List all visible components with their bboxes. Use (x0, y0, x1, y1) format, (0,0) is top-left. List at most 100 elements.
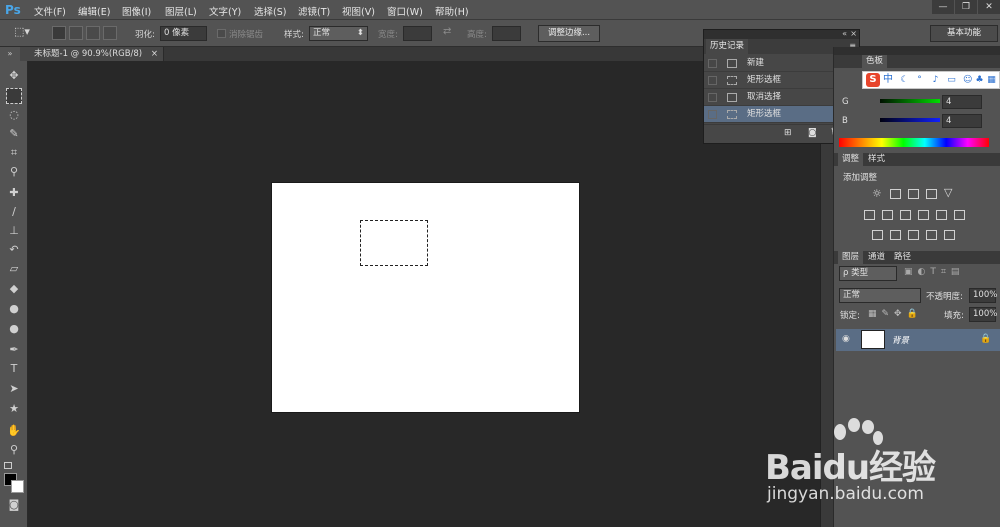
history-item[interactable]: 新建 (704, 55, 850, 72)
refine-edge-button[interactable]: 调整边缘... (538, 25, 600, 42)
invert-icon[interactable] (872, 230, 883, 240)
eyedropper-tool-icon[interactable]: ⚲ (6, 164, 22, 180)
height-input[interactable] (492, 26, 521, 41)
menu-type[interactable]: 文字(Y) (209, 4, 241, 18)
swap-icon[interactable]: ⇄ (443, 26, 451, 37)
quick-mask-icon[interactable]: ◙ (6, 497, 22, 513)
style-select[interactable]: 正常 ⬍ (309, 26, 368, 41)
feather-input[interactable]: 0 像素 (160, 26, 207, 41)
move-tool-icon[interactable]: ✥ (6, 68, 22, 84)
minimize-button[interactable]: — (932, 0, 954, 14)
shape-tool-icon[interactable]: ★ (6, 401, 22, 417)
menu-window[interactable]: 窗口(W) (387, 4, 423, 18)
threshold-icon[interactable] (908, 230, 919, 240)
collapse-icon[interactable]: « (842, 29, 847, 38)
pen-tool-icon[interactable]: ✒ (6, 342, 22, 358)
history-checkbox[interactable] (708, 110, 717, 119)
camera-icon[interactable]: ◙ (808, 128, 817, 138)
marquee-selection[interactable] (360, 220, 428, 266)
selective-color-icon[interactable] (926, 230, 937, 240)
tab-layers[interactable]: 图层 (838, 251, 864, 264)
microphone-icon[interactable]: ♪ (931, 75, 940, 85)
history-checkbox[interactable] (708, 93, 717, 102)
rect-marquee-tool-icon[interactable] (6, 88, 22, 104)
ime-mode[interactable]: 中 (883, 74, 893, 86)
b-value-input[interactable]: 4 (942, 114, 982, 128)
menu-view[interactable]: 视图(V) (342, 4, 375, 18)
workspace-select[interactable]: 基本功能 (930, 25, 998, 42)
g-track[interactable] (880, 99, 940, 103)
channel-g-slider[interactable]: G 4 (834, 95, 1000, 113)
zoom-tool-icon[interactable]: ⚲ (6, 442, 22, 458)
vibrance-icon[interactable]: ▽ (944, 186, 952, 199)
width-input[interactable] (403, 26, 432, 41)
menu-help[interactable]: 帮助(H) (435, 4, 469, 18)
color-lookup-icon[interactable] (954, 210, 965, 220)
subtract-selection-icon[interactable] (86, 26, 100, 40)
punctuation-icon[interactable]: ° (915, 75, 924, 85)
intersect-selection-icon[interactable] (103, 26, 117, 40)
menu-layer[interactable]: 图层(L) (165, 4, 197, 18)
channel-mixer-icon[interactable] (936, 210, 947, 220)
clone-stamp-icon[interactable]: ⊥ (6, 223, 22, 239)
type-tool-icon[interactable]: T (6, 361, 22, 377)
layer-filter-select[interactable]: ρ 类型 (839, 266, 897, 281)
document-canvas[interactable] (272, 183, 579, 412)
document-tab[interactable]: 未标题-1 @ 90.9%(RGB/8) × (20, 47, 164, 61)
collapse-icon[interactable]: » (0, 47, 20, 61)
paint-bucket-icon[interactable]: ◆ (6, 281, 22, 297)
hand-tool-icon[interactable]: ✋ (6, 423, 22, 439)
black-white-icon[interactable] (900, 210, 911, 220)
skin-icon[interactable]: ♣ (975, 75, 984, 85)
curves-icon[interactable] (908, 189, 919, 199)
channel-b-slider[interactable]: B 4 (834, 114, 1000, 132)
history-checkbox[interactable] (708, 76, 717, 85)
layer-filter-icons[interactable]: ▣◐T⌗▤ (904, 267, 964, 277)
posterize-icon[interactable] (890, 230, 901, 240)
new-document-from-state-icon[interactable]: ⊞ (784, 128, 792, 138)
gradient-map-icon[interactable] (944, 230, 955, 240)
photo-filter-icon[interactable] (918, 210, 929, 220)
brightness-icon[interactable]: ☼ (872, 187, 882, 200)
tab-close-icon[interactable]: × (151, 47, 158, 61)
history-checkbox[interactable] (708, 59, 717, 68)
lasso-tool-icon[interactable]: ◌ (6, 107, 22, 123)
tab-channels[interactable]: 通道 (864, 251, 889, 264)
close-icon[interactable]: × (850, 29, 857, 38)
menu-select[interactable]: 选择(S) (254, 4, 286, 18)
add-selection-icon[interactable] (69, 26, 83, 40)
hue-saturation-icon[interactable] (864, 210, 875, 220)
color-spectrum[interactable] (839, 138, 989, 147)
antialias-checkbox[interactable] (217, 29, 226, 38)
opacity-input[interactable]: 100% (969, 288, 997, 303)
blur-tool-icon[interactable]: ● (6, 301, 22, 317)
eye-icon[interactable]: ◉ (842, 334, 850, 344)
path-select-icon[interactable]: ➤ (6, 381, 22, 397)
g-value-input[interactable]: 4 (942, 95, 982, 109)
history-item[interactable]: 取消选择 (704, 89, 850, 106)
healing-brush-icon[interactable]: ✚ (6, 185, 22, 201)
new-selection-icon[interactable] (52, 26, 66, 40)
keyboard-icon[interactable]: ▭ (947, 75, 956, 85)
tab-paths[interactable]: 路径 (890, 251, 915, 264)
menu-edit[interactable]: 编辑(E) (78, 4, 110, 18)
lock-icons[interactable]: ▦✎✥🔒 (868, 309, 923, 319)
sougou-logo[interactable]: S (866, 73, 880, 87)
menu-image[interactable]: 图像(I) (122, 4, 151, 18)
brush-tool-icon[interactable]: ∕ (6, 204, 22, 220)
history-item[interactable]: 矩形选框 (704, 106, 850, 123)
menu-filter[interactable]: 滤镜(T) (298, 4, 330, 18)
toolbox-icon[interactable]: ▦ (987, 75, 996, 85)
marquee-tool-icon[interactable]: ⬚▾ (14, 25, 30, 38)
menu-file[interactable]: 文件(F) (34, 4, 66, 18)
tab-history[interactable]: 历史记录 (706, 39, 749, 54)
restore-button[interactable]: ❐ (955, 0, 977, 14)
tab-adjustments[interactable]: 调整 (838, 153, 864, 166)
moon-icon[interactable]: ☾ (900, 75, 909, 85)
dodge-tool-icon[interactable]: ● (6, 321, 22, 337)
exposure-icon[interactable] (926, 189, 937, 199)
layer-name[interactable]: 背景 (892, 334, 909, 346)
blend-mode-select[interactable]: 正常 (839, 288, 921, 303)
quick-select-tool-icon[interactable]: ✎ (6, 126, 22, 142)
default-colors-icon[interactable] (4, 462, 12, 469)
